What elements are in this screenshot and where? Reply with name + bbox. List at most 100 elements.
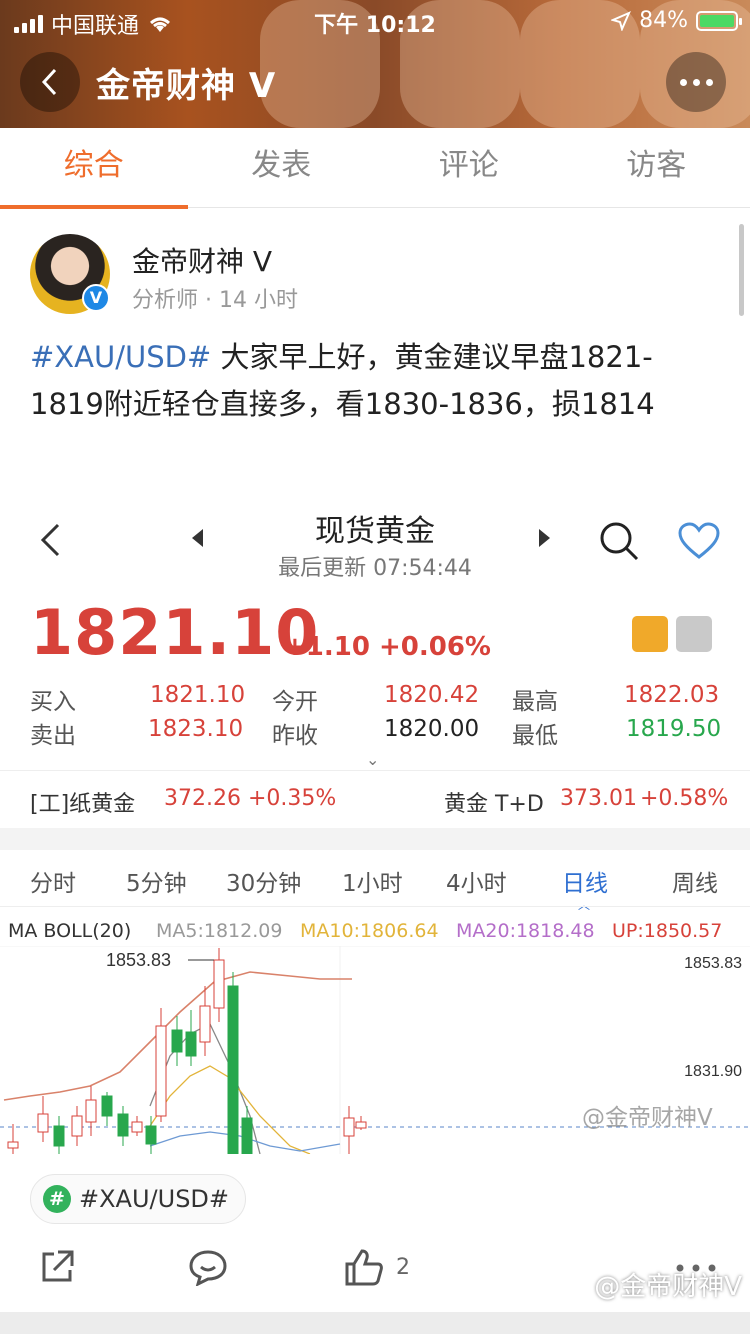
candle-body — [241, 1117, 253, 1154]
candle-body — [199, 1005, 211, 1043]
high-label: 最高 — [512, 689, 558, 715]
quote-row: 卖出 1823.10 昨收 1820.00 最低 1819.50 — [0, 716, 750, 750]
topic-tag-label: #XAU/USD# — [79, 1185, 230, 1213]
paper-gold-label[interactable]: [工]纸黄金 — [30, 786, 135, 818]
td-gold-label[interactable]: 黄金 T+D — [444, 786, 544, 818]
comment-icon — [189, 1250, 227, 1286]
profile-header: 中国联通 下午 10:12 84% 金帝财神 V — [0, 0, 750, 128]
bid-value: 1821.10 — [150, 682, 246, 708]
share-button[interactable] — [38, 1248, 76, 1286]
post-body: #XAU/USD# 大家早上好，黄金建议早盘1821-1819附近轻仓直接多，看… — [30, 334, 710, 428]
like-count: 2 — [396, 1254, 410, 1280]
scrollbar[interactable] — [739, 224, 744, 316]
bid-label: 买入 — [30, 689, 76, 715]
candle-body — [131, 1121, 143, 1133]
candle-body — [355, 1121, 367, 1129]
divider — [0, 1312, 750, 1334]
prev-close-value: 1820.00 — [384, 716, 480, 742]
prev-close-label: 昨收 — [272, 723, 318, 749]
comment-button[interactable] — [188, 1248, 228, 1286]
heart-icon — [678, 522, 720, 559]
app-screen: 中国联通 下午 10:12 84% 金帝财神 V 综合 发表 评论 访客 V 金… — [0, 0, 750, 1334]
open-value: 1820.42 — [384, 682, 480, 708]
current-price: 1821.10 — [30, 596, 320, 669]
quote-badges — [632, 616, 712, 652]
candle-body — [37, 1113, 49, 1133]
chevron-down-icon[interactable]: ⌄ — [366, 750, 379, 769]
boll-up-label: UP:1850.57 — [612, 920, 723, 942]
td-gold-value: 373.01 — [560, 786, 637, 811]
post-author: V 金帝财神 V 分析师 · 14 小时 — [30, 234, 720, 314]
tab-visitors[interactable]: 访客 — [563, 128, 750, 207]
divider — [0, 828, 750, 850]
y-tick-label: 1853.83 — [684, 955, 742, 972]
quote-row: 买入 1821.10 今开 1820.42 最高 1822.03 — [0, 682, 750, 716]
quote-grid: 买入 1821.10 今开 1820.42 最高 1822.03 卖出 1823… — [0, 682, 750, 750]
candle-body — [85, 1099, 97, 1123]
post-meta: 分析师 · 14 小时 — [132, 288, 298, 313]
related-quotes: [工]纸黄金 372.26 +0.35% 黄金 T+D 373.01 +0.58… — [0, 772, 750, 828]
period-tabs: 分时 5分钟 30分钟 1小时 4小时 日线 周线 ︿ — [0, 852, 750, 912]
candle-body — [7, 1141, 19, 1149]
candle-body — [101, 1095, 113, 1117]
tab-comments[interactable]: 评论 — [375, 128, 563, 207]
candle-body — [117, 1113, 129, 1137]
period-tab[interactable]: 周线 — [672, 864, 718, 898]
search-icon — [600, 522, 639, 561]
back-button[interactable] — [20, 52, 80, 112]
next-arrow-icon — [539, 529, 550, 547]
ma-label: MA BOLL(20) — [8, 920, 132, 942]
price-change: +1.10 +0.06% — [284, 632, 491, 662]
profile-title: 金帝财神 V — [96, 66, 277, 106]
high-annotation: 1853.83 — [106, 950, 171, 970]
candle-body — [227, 985, 239, 1154]
divider — [0, 770, 750, 771]
more-button[interactable] — [666, 52, 726, 112]
open-label: 今开 — [272, 689, 318, 715]
ask-label: 卖出 — [30, 723, 76, 749]
topic-tag[interactable]: # #XAU/USD# — [30, 1174, 247, 1224]
candle-body — [53, 1125, 65, 1147]
post-hashtag[interactable]: #XAU/USD# — [30, 340, 211, 374]
period-tab[interactable]: 30分钟 — [226, 864, 301, 898]
post-image[interactable]: 现货黄金 最后更新 07:54:44 1821.10 +1.10 +0.06% … — [0, 492, 750, 1154]
image-watermark: @金帝财神V — [582, 1105, 713, 1131]
screenshot-watermark: @金帝财神V — [594, 1272, 742, 1302]
candle-body — [71, 1115, 83, 1137]
tab-posts[interactable]: 发表 — [188, 128, 376, 207]
period-tab[interactable]: 1小时 — [342, 864, 403, 898]
y-tick-label: 1831.90 — [684, 1063, 742, 1080]
quote-header: 现货黄金 最后更新 07:54:44 — [0, 492, 750, 592]
share-icon — [42, 1250, 74, 1282]
thumbs-up-icon — [345, 1249, 383, 1286]
candle-body — [213, 959, 225, 1009]
period-tab[interactable]: 5分钟 — [126, 864, 187, 898]
period-tab-active[interactable]: 日线 — [562, 864, 608, 898]
hashtag-icon: # — [43, 1185, 71, 1213]
tab-overview[interactable]: 综合 — [0, 128, 188, 209]
like-button[interactable]: 2 — [344, 1248, 410, 1286]
currency-icon — [676, 616, 712, 652]
verified-badge-icon: V — [82, 284, 110, 312]
active-indicator-icon: ︿ — [578, 898, 591, 912]
candle-body — [343, 1117, 355, 1137]
low-value: 1819.50 — [626, 716, 722, 742]
paper-gold-change: +0.35% — [248, 786, 337, 811]
ma5-label: MA5:1812.09 — [156, 920, 283, 942]
td-gold-change: +0.58% — [640, 786, 729, 811]
battery-percent: 84% — [639, 8, 688, 33]
divider — [0, 906, 750, 907]
alert-icon — [632, 616, 668, 652]
candle-body — [171, 1029, 183, 1053]
author-name[interactable]: 金帝财神 V — [132, 240, 272, 280]
status-bar: 中国联通 下午 10:12 84% — [0, 0, 750, 42]
candle-body — [185, 1031, 197, 1057]
high-value: 1822.03 — [624, 682, 720, 708]
period-tab[interactable]: 4小时 — [446, 864, 507, 898]
ma10-label: MA10:1806.64 — [300, 920, 439, 942]
chevron-left-icon — [41, 68, 57, 96]
period-tab[interactable]: 分时 — [30, 864, 76, 898]
location-arrow-icon — [611, 10, 632, 31]
profile-tabs: 综合 发表 评论 访客 — [0, 128, 750, 209]
ask-value: 1823.10 — [148, 716, 244, 742]
